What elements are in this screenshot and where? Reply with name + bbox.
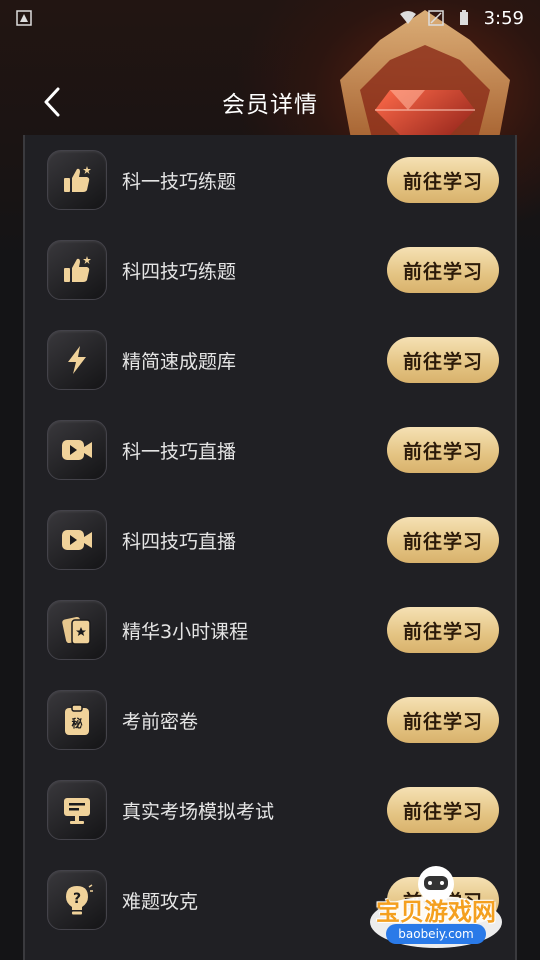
- status-bar: 3:59: [0, 0, 540, 36]
- battery-icon: [459, 10, 468, 25]
- row-icon-container: 秘: [47, 690, 107, 750]
- row-icon-container: [47, 150, 107, 210]
- lightbulb-question-icon: ?: [66, 884, 93, 915]
- row-label: 精华3小时课程: [122, 620, 249, 643]
- go-study-button[interactable]: 前往学习: [387, 427, 499, 473]
- benefit-row: 科一技巧直播 前往学习: [47, 418, 499, 482]
- benefit-row: 真实考场模拟考试 前往学习: [47, 778, 499, 842]
- cards-icon: [62, 616, 91, 645]
- benefit-row: 精华3小时课程 前往学习: [47, 598, 499, 662]
- page-header: 会员详情: [0, 72, 540, 132]
- notification-icon: [16, 10, 32, 26]
- benefit-row: 秘 考前密卷 前往学习: [47, 688, 499, 752]
- svg-text:秘: 秘: [72, 716, 83, 730]
- benefits-panel: 科一技巧练题 前往学习 科四技巧练题 前往学习 精简速成题库 前往学习 科一技巧…: [23, 135, 517, 960]
- row-label: 科四技巧直播: [122, 530, 237, 553]
- video-camera-icon: [62, 530, 92, 550]
- row-label: 科一技巧直播: [122, 440, 237, 463]
- row-icon-container: [47, 240, 107, 300]
- thumbs-up-icon: [64, 256, 91, 282]
- go-study-button[interactable]: 前往学习: [387, 337, 499, 383]
- row-label: 难题攻克: [122, 890, 199, 913]
- row-icon-container: [47, 330, 107, 390]
- benefit-row: 精简速成题库 前往学习: [47, 328, 499, 392]
- row-icon-container: [47, 600, 107, 660]
- signal-icon: [427, 10, 444, 26]
- benefit-row: 科一技巧练题 前往学习: [47, 148, 499, 212]
- chevron-left-icon: [44, 87, 60, 117]
- video-camera-icon: [62, 440, 92, 460]
- back-button[interactable]: [32, 84, 72, 120]
- row-label: 考前密卷: [122, 710, 199, 733]
- svg-text:?: ?: [73, 891, 81, 907]
- row-label: 科四技巧练题: [122, 260, 237, 283]
- watermark-url: baobeiy.com: [386, 924, 486, 944]
- row-label: 精简速成题库: [122, 350, 237, 373]
- benefit-row: 科四技巧直播 前往学习: [47, 508, 499, 572]
- clipboard-icon: 秘: [65, 704, 89, 735]
- page-title: 会员详情: [222, 92, 318, 118]
- row-label: 科一技巧练题: [122, 170, 237, 193]
- benefit-row: 科四技巧练题 前往学习: [47, 238, 499, 302]
- go-study-button[interactable]: 前往学习: [387, 697, 499, 743]
- go-study-button[interactable]: 前往学习: [387, 787, 499, 833]
- lightning-icon: [68, 346, 86, 374]
- row-label: 真实考场模拟考试: [122, 800, 275, 823]
- go-study-button[interactable]: 前往学习: [387, 247, 499, 293]
- watermark-text: 宝贝游戏网: [376, 898, 496, 926]
- row-icon-container: [47, 510, 107, 570]
- thumbs-up-icon: [64, 166, 91, 192]
- go-study-button[interactable]: 前往学习: [387, 517, 499, 563]
- row-icon-container: [47, 420, 107, 480]
- go-study-button[interactable]: 前往学习: [387, 607, 499, 653]
- status-time: 3:59: [483, 7, 524, 29]
- monitor-icon: [64, 798, 90, 824]
- watermark: 宝贝游戏网 baobeiy.com: [362, 862, 510, 952]
- wifi-icon: [399, 11, 416, 24]
- row-icon-container: [47, 780, 107, 840]
- row-icon-container: ?: [47, 870, 107, 930]
- go-study-button[interactable]: 前往学习: [387, 157, 499, 203]
